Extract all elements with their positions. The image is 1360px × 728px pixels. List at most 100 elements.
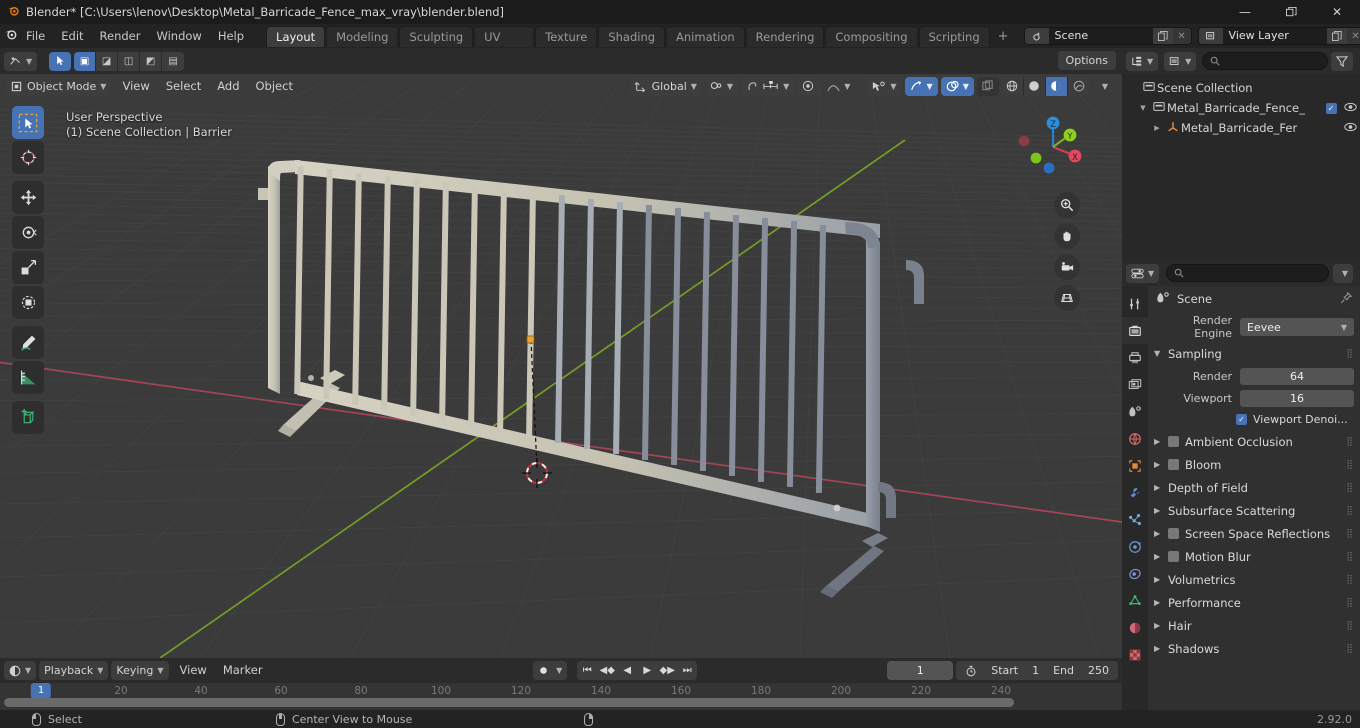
add-cube-tool[interactable] (12, 401, 44, 434)
view-layer-browse-icon[interactable] (1198, 28, 1223, 44)
viewport-samples-field[interactable]: 16 (1240, 389, 1354, 407)
viewport-denoising-checkbox[interactable]: ✓ (1236, 414, 1247, 425)
menu-file[interactable]: File (18, 27, 53, 45)
panel-volumetrics[interactable]: ▶ Volumetrics ⣿ (1148, 568, 1360, 591)
select-extend-icon[interactable]: ◪ (96, 51, 119, 71)
select-box-tool[interactable] (12, 106, 44, 139)
sampling-section-header[interactable]: ▼ Sampling ⣿ (1148, 342, 1360, 365)
move-tool[interactable] (12, 181, 44, 214)
outliner-editor[interactable]: ▼ ▼ Scene Collection ▼ Metal_Barricade_F… (1122, 48, 1360, 260)
navigation-gizmo[interactable]: Z Y X (1016, 110, 1090, 184)
viewport-denoising-row[interactable]: ✓ Viewport Denoi... (1148, 409, 1360, 430)
select-invert-icon[interactable]: ◩ (140, 51, 163, 71)
prev-keyframe-button[interactable]: ◀◆ (597, 661, 617, 680)
restore-button[interactable] (1268, 0, 1314, 24)
tab-sculpting[interactable]: Sculpting (399, 25, 474, 47)
timeline-editor[interactable]: ▼ Playback ▼ Keying ▼ View Marker ▼ ⏮ ◀◆ ◀… (0, 658, 1122, 710)
transform-orientation-selector[interactable]: Global ▼ (629, 76, 702, 96)
material-tab[interactable] (1122, 614, 1148, 641)
grid-ortho-icon[interactable] (1054, 285, 1080, 311)
outliner-display-mode-icon[interactable]: ▼ (1164, 51, 1197, 71)
object-data-tab[interactable] (1122, 587, 1148, 614)
options-button[interactable]: Options (1057, 51, 1116, 70)
viewport-menu-add[interactable]: Add (209, 77, 247, 96)
panel-screen-space-reflections[interactable]: ▶ Screen Space Reflections ⣿ (1148, 522, 1360, 545)
minimize-button[interactable]: — (1222, 0, 1268, 24)
timeline-menu-marker[interactable]: Marker (215, 661, 271, 680)
tab-uv-editing[interactable]: UV Editing (474, 25, 535, 65)
tool-tab[interactable] (1122, 290, 1148, 317)
scene-browse-icon[interactable] (1024, 28, 1049, 44)
bloom-checkbox[interactable] (1168, 459, 1179, 470)
panel-subsurface-scattering[interactable]: ▶ Subsurface Scattering ⣿ (1148, 499, 1360, 522)
physics-tab[interactable] (1122, 533, 1148, 560)
tab-animation[interactable]: Animation (666, 25, 745, 47)
blender-menu-icon[interactable] (4, 27, 18, 45)
screen-space-reflections-checkbox[interactable] (1168, 528, 1179, 539)
frame-range-fields[interactable]: Start 1 End 250 (956, 661, 1118, 680)
proportional-editing-icon[interactable] (797, 76, 820, 96)
outliner-row-collection[interactable]: ▼ Metal_Barricade_Fence_ ✓ (1122, 98, 1360, 118)
visibility-eye-icon[interactable] (1340, 122, 1360, 135)
measure-tool[interactable] (12, 361, 44, 394)
panel-motion-blur[interactable]: ▶ Motion Blur ⣿ (1148, 545, 1360, 568)
snapping-group[interactable]: ▼ (741, 76, 795, 96)
proportional-falloff-icon[interactable]: ▼ (822, 77, 855, 96)
timeline-menu-playback[interactable]: Playback ▼ (39, 661, 109, 680)
jump-end-button[interactable]: ⏭ (677, 661, 697, 680)
xray-toggle[interactable] (976, 76, 999, 96)
zoom-icon[interactable] (1054, 192, 1080, 218)
pan-hand-icon[interactable] (1054, 223, 1080, 249)
scale-tool[interactable] (12, 251, 44, 284)
render-engine-dropdown[interactable]: Eevee ▼ (1240, 318, 1354, 336)
tab-layout[interactable]: Layout (266, 25, 326, 47)
play-reverse-button[interactable]: ◀ (617, 661, 637, 680)
render-samples-field[interactable]: 64 (1240, 367, 1354, 385)
wireframe-shading-icon[interactable] (1001, 76, 1024, 96)
end-frame-value[interactable]: 250 (1088, 664, 1109, 677)
properties-editor[interactable]: ▼ ▼ Scene Render Engine Eevee ▼ ▼ Sampli… (1122, 260, 1360, 710)
output-tab[interactable] (1122, 344, 1148, 371)
visibility-eye-icon[interactable] (1340, 102, 1360, 115)
jump-start-button[interactable]: ⏮ (577, 661, 597, 680)
outliner-search-input[interactable] (1202, 52, 1328, 70)
view-layer-tab[interactable] (1122, 371, 1148, 398)
scene-name-field[interactable]: Scene (1048, 28, 1153, 44)
scene-remove-icon[interactable]: ✕ (1172, 28, 1191, 44)
rotate-tool[interactable] (12, 216, 44, 249)
timeline-menu-keying[interactable]: Keying ▼ (111, 661, 169, 680)
menu-help[interactable]: Help (210, 27, 252, 45)
transform-tool[interactable] (12, 286, 44, 319)
panel-shadows[interactable]: ▶ Shadows ⣿ (1148, 637, 1360, 660)
properties-editor-type-icon[interactable]: ▼ (1126, 263, 1160, 283)
add-workspace-button[interactable]: + (991, 29, 1016, 44)
collection-checkbox[interactable]: ✓ (1322, 101, 1340, 115)
expand-icon[interactable]: ▶ (1150, 124, 1164, 132)
modifier-tab[interactable] (1122, 479, 1148, 506)
timeline-playhead[interactable]: 1 (30, 683, 52, 699)
properties-search-input[interactable] (1166, 264, 1329, 282)
annotate-tool[interactable] (12, 326, 44, 359)
solid-shading-icon[interactable] (1023, 76, 1046, 96)
view-layer-remove-icon[interactable]: ✕ (1346, 28, 1360, 44)
timeline-scrollbar[interactable] (4, 698, 1014, 707)
auto-keying-toggle[interactable]: ▼ (533, 661, 568, 680)
timeline-ruler[interactable]: 1 20 40 60 80 100 120 140 160 180 200 22… (0, 683, 1122, 710)
world-tab[interactable] (1122, 425, 1148, 452)
play-button[interactable]: ▶ (637, 661, 657, 680)
tab-compositing[interactable]: Compositing (825, 25, 918, 47)
viewport-menu-object[interactable]: Object (248, 77, 301, 96)
viewport-menu-view[interactable]: View (114, 77, 157, 96)
tab-rendering[interactable]: Rendering (745, 25, 825, 47)
menu-edit[interactable]: Edit (53, 27, 91, 45)
select-tool-icon[interactable] (49, 51, 72, 71)
outliner-editor-type-icon[interactable]: ▼ (1126, 51, 1159, 71)
panel-performance[interactable]: ▶ Performance ⣿ (1148, 591, 1360, 614)
camera-icon[interactable] (1054, 254, 1080, 280)
ambient-occlusion-checkbox[interactable] (1168, 436, 1179, 447)
select-subtract-icon[interactable]: ◫ (118, 51, 141, 71)
object-mode-selector[interactable]: Object Mode ▼ (6, 76, 112, 96)
properties-options-chevron-icon[interactable]: ▼ (1332, 263, 1353, 283)
pivot-point-icon[interactable]: ▼ (704, 76, 739, 96)
menu-window[interactable]: Window (148, 27, 209, 45)
